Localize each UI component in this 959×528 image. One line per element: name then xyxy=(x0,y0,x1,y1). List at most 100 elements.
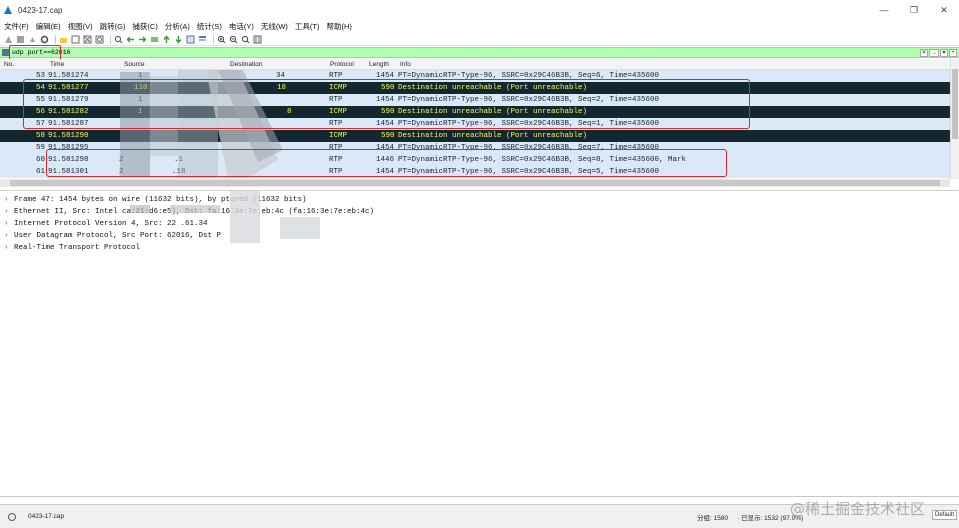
packet-protocol: RTP xyxy=(329,120,343,128)
packet-no: 57 xyxy=(36,120,46,128)
detail-ipv4[interactable]: › Internet Protocol Version 4, Src: 22 .6… xyxy=(4,218,208,230)
reload-icon[interactable] xyxy=(95,35,104,44)
packet-time: 91.581279 xyxy=(48,96,89,104)
menu-help[interactable]: 帮助(H) xyxy=(327,21,352,32)
close-button[interactable]: ✕ xyxy=(929,0,959,20)
packet-no: 53 xyxy=(36,72,46,80)
packet-no: 58 xyxy=(36,132,46,140)
packet-row[interactable]: 55 91.581279 1 RTP 1454 PT=DynamicRTP-Ty… xyxy=(0,94,950,106)
column-header-length[interactable]: Length xyxy=(369,61,389,68)
expand-arrow-icon[interactable]: › xyxy=(4,194,14,206)
wireshark-logo-icon xyxy=(4,6,12,14)
column-header-no[interactable]: No. xyxy=(4,61,14,68)
menu-tools[interactable]: 工具(T) xyxy=(295,21,320,32)
status-packets: 分组: 1580 xyxy=(697,515,729,522)
packet-list-header: No. Time Source Destination Protocol Len… xyxy=(0,59,950,70)
packet-row[interactable]: 57 91.581287 RTP 1454 PT=DynamicRTP-Type… xyxy=(0,118,950,130)
zoom-in-icon[interactable] xyxy=(217,35,226,44)
expand-arrow-icon[interactable]: › xyxy=(4,230,14,242)
menu-statistics[interactable]: 统计(S) xyxy=(197,21,222,32)
add-filter-button[interactable]: + xyxy=(949,49,957,57)
menu-file[interactable]: 文件(F) xyxy=(4,21,29,32)
expand-arrow-icon[interactable]: › xyxy=(4,218,14,230)
packet-no: 61 xyxy=(36,168,46,176)
start-capture-icon[interactable] xyxy=(4,35,13,44)
packet-list-vertical-scrollbar[interactable] xyxy=(950,59,959,179)
packet-destination: 8 xyxy=(287,108,292,116)
apply-filter-icon[interactable]: → xyxy=(929,49,939,57)
detail-ethernet[interactable]: › Ethernet II, Src: Intel ca:21:d6:e5), D… xyxy=(4,206,374,218)
menu-bar: 文件(F) 编辑(E) 视图(V) 跳转(G) 捕获(C) 分析(A) 统计(S… xyxy=(0,20,959,33)
zoom-out-icon[interactable] xyxy=(229,35,238,44)
expert-info-icon[interactable] xyxy=(8,512,16,521)
go-first-icon[interactable] xyxy=(162,34,171,44)
menu-capture[interactable]: 捕获(C) xyxy=(132,21,157,32)
detail-rtp[interactable]: › Real-Time Transport Protocol xyxy=(4,242,140,254)
menu-view[interactable]: 视图(V) xyxy=(68,21,93,32)
close-file-icon[interactable] xyxy=(83,35,92,44)
scrollbar-thumb[interactable] xyxy=(952,69,958,139)
open-file-icon[interactable] xyxy=(59,35,68,44)
packet-info: PT=DynamicRTP-Type-96, SSRC=0x29C46B3B, … xyxy=(398,120,660,128)
packet-time: 91.581274 xyxy=(48,72,89,80)
packet-destination: 34 xyxy=(276,72,286,80)
packet-info: PT=DynamicRTP-Type-96, SSRC=0x29C46B3B, … xyxy=(398,144,660,152)
packet-protocol: RTP xyxy=(329,72,343,80)
column-header-destination[interactable]: Destination xyxy=(230,61,263,68)
title-bar: 0423-17.cap — ❐ ✕ xyxy=(0,0,959,20)
packet-length: 1446 xyxy=(376,156,395,164)
packet-row[interactable]: 59 91.581295 RTP 1454 PT=DynamicRTP-Type… xyxy=(0,142,950,154)
toolbar-separator xyxy=(213,34,214,44)
packet-length: 1454 xyxy=(376,96,395,104)
profile-selector[interactable]: Default xyxy=(931,510,957,520)
colorize-icon[interactable] xyxy=(198,35,207,44)
packet-time: 91.581290 xyxy=(48,132,89,140)
filter-history-dropdown[interactable]: ▾ xyxy=(940,49,948,57)
restart-capture-icon[interactable] xyxy=(28,35,37,44)
packet-row[interactable]: 61 91.581301 2 .18 RTP 1454 PT=DynamicRT… xyxy=(0,166,950,178)
capture-options-icon[interactable] xyxy=(40,35,49,44)
minimize-button[interactable]: — xyxy=(869,0,899,20)
packet-no: 56 xyxy=(36,108,46,116)
detail-udp[interactable]: › User Datagram Protocol, Src Port: 62016… xyxy=(4,230,221,242)
menu-go[interactable]: 跳转(G) xyxy=(100,21,126,32)
menu-edit[interactable]: 编辑(E) xyxy=(36,21,61,32)
stop-capture-icon[interactable] xyxy=(16,35,25,44)
go-forward-icon[interactable] xyxy=(138,35,147,44)
packet-list-horizontal-scrollbar[interactable] xyxy=(0,179,950,187)
packet-info: PT=DynamicRTP-Type-96, SSRC=0x29C46B3B, … xyxy=(398,72,660,80)
go-to-packet-icon[interactable] xyxy=(150,35,159,44)
menu-telephony[interactable]: 电话(Y) xyxy=(229,21,254,32)
find-packet-icon[interactable] xyxy=(114,35,123,44)
column-header-time[interactable]: Time xyxy=(50,61,64,68)
toolbar-separator xyxy=(55,34,56,44)
packet-row[interactable]: 58 91.581290 ICMP 590 Destination unreac… xyxy=(0,130,950,142)
go-last-icon[interactable] xyxy=(174,35,183,44)
packet-row[interactable]: 53 91.581274 1 34 RTP 1454 PT=DynamicRTP… xyxy=(0,70,950,82)
go-back-icon[interactable] xyxy=(126,35,135,44)
display-filter-bar: udp port==62016 ✕ → ▾ + xyxy=(0,45,959,60)
zoom-reset-icon[interactable] xyxy=(241,35,250,44)
expand-arrow-icon[interactable]: › xyxy=(4,206,14,218)
toolbar-separator xyxy=(110,34,111,44)
column-header-protocol[interactable]: Protocol xyxy=(330,61,354,68)
packet-info: Destination unreachable (Port unreachabl… xyxy=(398,132,588,140)
detail-text: Frame 47: 1454 bytes on wire (11632 bits… xyxy=(14,196,307,204)
expand-arrow-icon[interactable]: › xyxy=(4,242,14,254)
packet-row[interactable]: 60 91.581298 2 .1 RTP 1446 PT=DynamicRTP… xyxy=(0,154,950,166)
resize-columns-icon[interactable] xyxy=(253,35,262,44)
restore-button[interactable]: ❐ xyxy=(899,0,929,20)
menu-analyze[interactable]: 分析(A) xyxy=(165,21,190,32)
packet-row[interactable]: 54 91.581277 110 18 ICMP 590 Destination… xyxy=(0,82,950,94)
save-file-icon[interactable] xyxy=(71,35,80,44)
column-header-source[interactable]: Source xyxy=(124,61,145,68)
packet-info: Destination unreachable (Port unreachabl… xyxy=(398,84,588,92)
packet-row[interactable]: 56 91.581282 1 8 ICMP 590 Destination un… xyxy=(0,106,950,118)
autoscroll-icon[interactable] xyxy=(186,35,195,44)
detail-frame[interactable]: › Frame 47: 1454 bytes on wire (11632 bit… xyxy=(4,194,307,206)
menu-wireless[interactable]: 无线(W) xyxy=(261,21,288,32)
scrollbar-thumb[interactable] xyxy=(10,180,940,186)
filter-bookmark-icon[interactable] xyxy=(2,49,9,56)
column-header-info[interactable]: Info xyxy=(400,61,411,68)
clear-filter-icon[interactable]: ✕ xyxy=(920,49,928,57)
